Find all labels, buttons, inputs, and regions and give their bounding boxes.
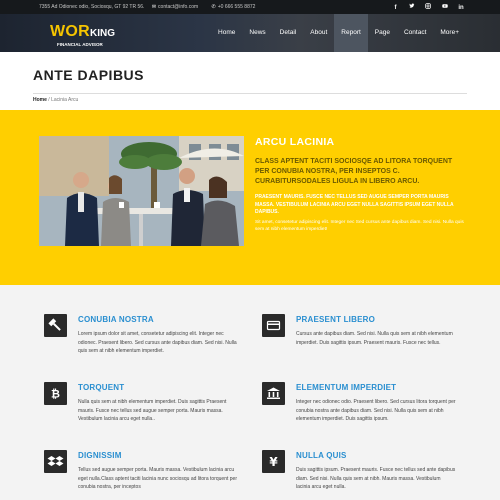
meeting-photo [39, 136, 244, 246]
svg-text:¥: ¥ [269, 455, 278, 469]
instagram-icon[interactable] [423, 3, 433, 11]
facebook-icon[interactable]: f [390, 5, 400, 11]
nav-contact[interactable]: Contact [397, 14, 433, 52]
feature-lead: CLASS APTENT TACITI SOCIOSQE AD LITORA T… [255, 158, 453, 185]
linkedin-icon[interactable]: in [456, 5, 466, 11]
nav-home[interactable]: Home [211, 14, 242, 52]
social-links: f in [385, 3, 466, 11]
breadcrumb: Home / Lacinia Arcu [33, 97, 78, 103]
youtube-icon[interactable] [440, 3, 450, 11]
top-bar: 7355 Ad Odionec odio, Sociosqu, GT 92 TR… [0, 0, 500, 14]
nav-detail[interactable]: Detail [273, 14, 304, 52]
contact-info: 7355 Ad Odionec odio, Sociosqu, GT 92 TR… [39, 4, 267, 10]
logo-tagline: FINANCIAL ADVISOR [57, 42, 103, 47]
twitter-icon[interactable] [407, 3, 417, 11]
envelope-icon: ✉ [151, 4, 157, 10]
service-text: Nulla quis sem at nibh elementum imperdi… [78, 399, 227, 422]
service-title[interactable]: ELEMENTUM IMPERDIET [296, 383, 396, 392]
nav-news[interactable]: News [242, 14, 272, 52]
breadcrumb-current: Lacinia Arcu [51, 97, 79, 103]
phone-text: ✆ +0 666 555 8872 [211, 4, 256, 10]
email-link[interactable]: ✉ contact@info.com [152, 4, 204, 10]
service-text: Cursus ante dapibus diam. Sed nisi. Null… [296, 331, 453, 346]
bitcoin-icon: ₿ [44, 382, 67, 405]
service-text: Lorem ipsum dolor sit amet, consetetur a… [78, 331, 237, 354]
svg-text:₿: ₿ [51, 388, 60, 401]
feature-heading: ARCU LACINIA [255, 136, 335, 148]
service-title[interactable]: CONUBIA NOSTRA [78, 315, 154, 324]
page-title: ANTE DAPIBUS [33, 67, 145, 83]
service-title[interactable]: TORQUENT [78, 383, 124, 392]
service-title[interactable]: DIGNISSIM [78, 451, 122, 460]
nav-more[interactable]: More+ [433, 14, 466, 52]
yen-icon: ¥ [262, 450, 285, 473]
phone-icon: ✆ [211, 4, 216, 10]
service-text: Integer nec odionec odio. Praesent liber… [296, 399, 456, 422]
feature-paragraph-2: Sit amet, consetetur adipiscing elit. In… [255, 219, 464, 233]
nav-about[interactable]: About [303, 14, 334, 52]
service-text: Duis sagittis ipsum. Praesent mauris. Fu… [296, 467, 456, 490]
feature-paragraph-1: PRAESENT MAURIS. FUSCE NEC TELLUS SED AU… [255, 194, 454, 215]
credit-card-icon [262, 314, 285, 337]
service-title[interactable]: PRAESENT LIBERO [296, 315, 375, 324]
site-header: WORKING FINANCIAL ADVISOR Home News Deta… [0, 14, 500, 52]
service-title[interactable]: NULLA QUIS [296, 451, 347, 460]
site-logo[interactable]: WORKING FINANCIAL ADVISOR [50, 23, 115, 47]
feature-content: ARCU LACINIA CLASS APTENT TACITI SOCIOSQ… [255, 136, 465, 234]
nav-page[interactable]: Page [368, 14, 397, 52]
service-text: Tellus sed augue semper porta. Mauris ma… [78, 467, 237, 490]
title-divider [33, 93, 467, 94]
address-text: 7355 Ad Odionec odio, Sociosqu, GT 92 TR… [39, 4, 145, 10]
main-nav: Home News Detail About Report Page Conta… [211, 14, 466, 52]
dropbox-icon [44, 450, 67, 473]
nav-report[interactable]: Report [334, 14, 368, 52]
bank-icon [262, 382, 285, 405]
gavel-icon [44, 314, 67, 337]
breadcrumb-home[interactable]: Home [33, 97, 47, 103]
